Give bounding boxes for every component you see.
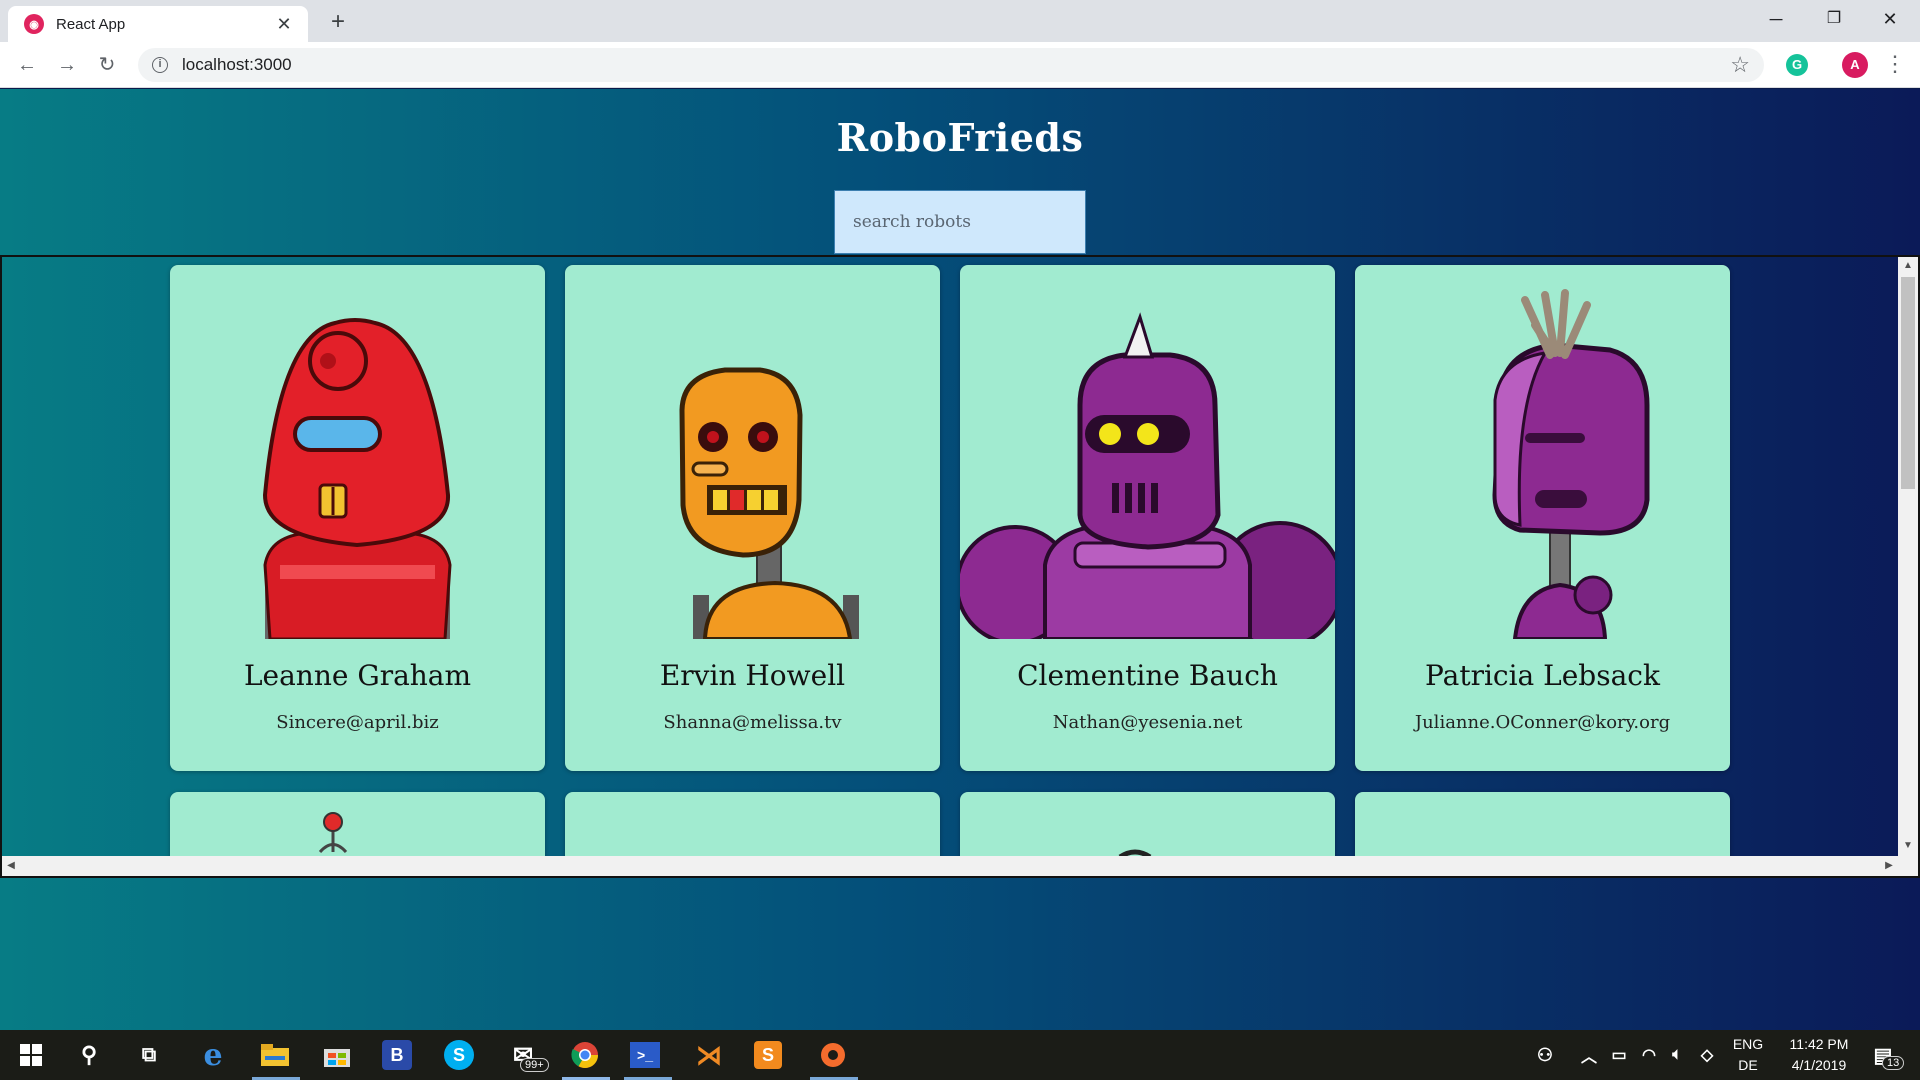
chrome-icon[interactable] [568, 1038, 602, 1072]
battery-icon[interactable]: ▭ [1602, 1038, 1636, 1072]
store-icon[interactable] [320, 1038, 354, 1072]
mail-badge: 99+ [520, 1058, 549, 1072]
robot-avatar-red [262, 318, 452, 639]
close-window-button[interactable]: ✕ [1862, 0, 1918, 40]
browser-tab-strip: ◉ React App ✕ + ─ ❐ ✕ [0, 0, 1920, 42]
vertical-scrollbar[interactable]: ▲ ▼ [1898, 257, 1918, 876]
robot-card[interactable]: Leanne Graham Sincere@april.biz [170, 265, 545, 771]
search-icon[interactable]: ⚲ [72, 1038, 106, 1072]
windows-start-icon[interactable] [14, 1038, 48, 1072]
dropbox-icon[interactable]: ◇ [1690, 1038, 1724, 1072]
browser-toolbar: ← → ↻ i localhost:3000 ☆ G A ⋮ [0, 42, 1920, 88]
robot-name: Leanne Graham [243, 659, 472, 692]
robot-card[interactable]: Clementine Bauch Nathan@yesenia.net [960, 265, 1335, 771]
scroll-up-icon[interactable]: ▲ [1898, 257, 1918, 275]
scroll-left-icon[interactable]: ◀ [2, 856, 20, 876]
robot-card[interactable]: Ervin Howell Shanna@melissa.tv [565, 265, 940, 771]
back-icon[interactable]: ← [12, 50, 42, 80]
robot-name: Clementine Bauch [1017, 659, 1278, 692]
site-info-icon[interactable]: i [152, 57, 168, 73]
robot-email: Sincere@april.biz [276, 712, 439, 733]
card-list-scroll-container[interactable]: Leanne Graham Sincere@april.biz Ervin Ho… [0, 255, 1920, 878]
robot-avatar-orange [679, 367, 859, 639]
tab-close-icon[interactable]: ✕ [272, 14, 296, 35]
react-app-favicon-icon: ◉ [24, 14, 44, 34]
internet-explorer-icon[interactable]: e [196, 1038, 230, 1073]
robot-name: Ervin Howell [659, 659, 846, 692]
file-explorer-icon[interactable] [258, 1038, 292, 1072]
notification-count-badge: 13 [1882, 1056, 1905, 1070]
robofriends-page: RoboFrieds Leanne Graham Sinc [0, 89, 1920, 1030]
browser-menu-icon[interactable]: ⋮ [1884, 51, 1906, 77]
task-view-icon[interactable]: ⧉ [132, 1038, 166, 1072]
forward-icon[interactable]: → [52, 50, 82, 80]
robot-avatar-purple-wires [1492, 289, 1650, 639]
b-app-icon[interactable]: B [382, 1040, 412, 1070]
vertical-scroll-thumb[interactable] [1901, 277, 1915, 489]
skype-icon[interactable]: S [444, 1040, 474, 1070]
search-input[interactable] [834, 190, 1086, 254]
robot-email: Nathan@yesenia.net [1052, 712, 1243, 733]
powershell-icon[interactable]: >_ [630, 1042, 660, 1068]
robot-email: Julianne.OConner@kory.org [1414, 712, 1671, 733]
people-icon[interactable]: ⚇ [1528, 1038, 1562, 1072]
visual-studio-icon[interactable]: ⋊ [692, 1038, 726, 1072]
origin-icon[interactable] [816, 1038, 850, 1072]
new-tab-button[interactable]: + [324, 8, 352, 36]
grammarly-extension-icon[interactable]: G [1786, 54, 1808, 76]
sublime-text-icon[interactable]: S [754, 1041, 782, 1069]
language-indicator[interactable]: ENG [1728, 1036, 1768, 1052]
horizontal-scrollbar[interactable]: ◀ ▶ [2, 856, 1900, 876]
keyboard-layout[interactable]: DE [1728, 1057, 1768, 1073]
windows-taskbar: ⚲ ⧉ e B S ✉ 99+ >_ ⋊ S ⚇ ︿ ▭ ◠ 🔈︎ ◇ ENG … [0, 1030, 1920, 1080]
page-title: RoboFrieds [836, 115, 1084, 160]
url-text[interactable]: localhost:3000 [182, 55, 1730, 75]
bookmark-star-icon[interactable]: ☆ [1730, 52, 1750, 78]
show-hidden-icons-icon[interactable]: ︿ [1572, 1038, 1606, 1072]
clock-date[interactable]: 4/1/2019 [1774, 1057, 1864, 1073]
minimize-button[interactable]: ─ [1748, 0, 1804, 40]
browser-tab[interactable]: ◉ React App ✕ [8, 6, 308, 42]
scroll-right-icon[interactable]: ▶ [1880, 856, 1898, 876]
robot-name: Patricia Lebsack [1425, 659, 1660, 692]
restore-button[interactable]: ❐ [1806, 0, 1862, 40]
robot-avatar-purple-horn [960, 312, 1335, 639]
reload-icon[interactable]: ↻ [92, 50, 122, 80]
address-bar[interactable]: i localhost:3000 ☆ [138, 48, 1764, 82]
volume-icon[interactable]: 🔈︎ [1660, 1038, 1694, 1072]
clock-time[interactable]: 11:42 PM [1774, 1036, 1864, 1052]
profile-avatar[interactable]: A [1842, 52, 1868, 78]
tab-title: React App [56, 15, 126, 33]
scroll-down-icon[interactable]: ▼ [1898, 837, 1918, 855]
robot-email: Shanna@melissa.tv [663, 712, 842, 733]
robot-card[interactable]: Patricia Lebsack Julianne.OConner@kory.o… [1355, 265, 1730, 771]
